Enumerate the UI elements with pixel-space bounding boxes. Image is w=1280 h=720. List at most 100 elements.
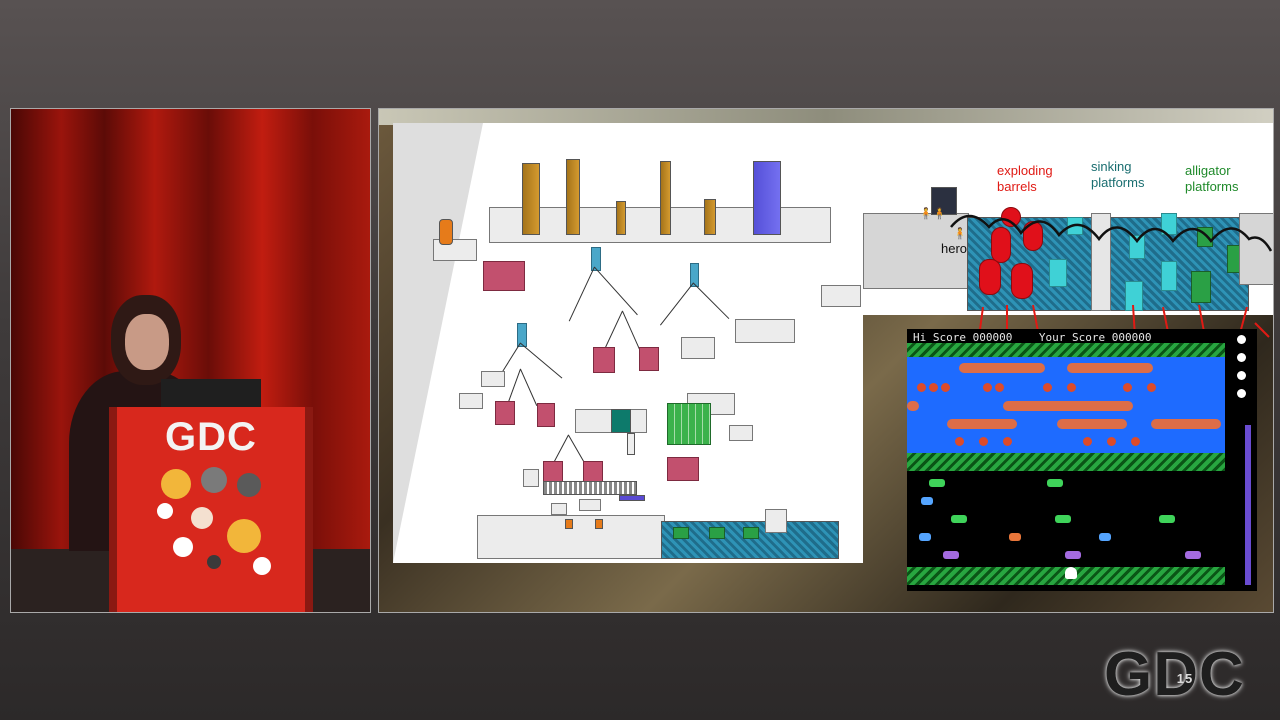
turtle [983,383,992,392]
frog-life-icon [1237,389,1246,398]
floating-platform [523,469,539,487]
gold-pillar [704,199,716,235]
floating-platform [729,425,753,441]
teal-door [611,409,631,433]
car-icon [1099,533,1111,541]
car-icon [1185,551,1201,559]
gold-pillar [616,201,626,235]
podium-dot [253,557,271,575]
stick-figure-icon: 🧍 [953,228,967,240]
log [1003,401,1133,411]
turtle [1147,383,1156,392]
turtle [917,383,926,392]
turtle [941,383,950,392]
car-icon [1159,515,1175,523]
frogger-home-row [907,343,1225,357]
car-icon [1065,551,1081,559]
floating-platform [681,337,715,359]
stick-figure-icon: 🧍🧍 [919,208,947,220]
frogger-median [907,453,1225,471]
green-block [673,527,689,539]
orange-marker [595,519,603,529]
floating-platform [551,503,567,515]
barrel-icon [439,219,453,245]
log [959,363,1045,373]
pendulum-block [639,347,659,371]
frogger-timer-bar [1245,425,1251,585]
podium-dot [161,469,191,499]
car-icon [1047,479,1063,487]
green-grid-block [667,403,711,445]
hero-label: hero [941,241,968,256]
gdc-watermark-logo-icon: GDC 15 [1104,640,1268,710]
turtle [929,383,938,392]
level-left-wall [393,123,483,563]
turtle [979,437,988,446]
floating-platform [765,509,787,533]
pendulum-block [593,347,615,373]
pendulum-block [583,461,603,483]
frogger-sidebar [1225,329,1257,591]
log [1067,363,1153,373]
pendulum-block [543,461,563,483]
laptop [161,379,261,409]
spike-row [543,481,637,495]
car-icon [1055,515,1071,523]
speaker-face [125,314,169,370]
watermark-edition: 15 [1176,671,1194,686]
turtle [995,383,1004,392]
pink-spikes [667,457,699,481]
frog-life-icon [1237,353,1246,362]
log [1057,419,1127,429]
car-icon [943,551,959,559]
log [947,419,1017,429]
turtle [1043,383,1052,392]
turtle [955,437,964,446]
podium-dot [201,467,227,493]
frog-life-icon [1237,371,1246,380]
turtle [1067,383,1076,392]
podium-dot [173,537,193,557]
log [907,401,919,411]
turtle [1083,437,1092,446]
floating-platform [459,393,483,409]
podium-dot [227,519,261,553]
car-icon [1009,533,1021,541]
alligator-platform [1191,271,1211,303]
blue-pillar [753,161,781,235]
car-icon [919,533,931,541]
alligator-platforms-label: alligator platforms [1185,163,1239,194]
turtle [1003,437,1012,446]
pink-spikes [483,261,525,291]
green-block [743,527,759,539]
turtle [1107,437,1116,446]
orange-marker [565,519,573,529]
podium-dot [207,555,221,569]
gold-pillar [566,159,580,235]
pendulum-block [495,401,515,425]
turtle [1123,383,1132,392]
frogger-score-bar: Hi Score 000000 Your Score 000000 [913,331,1225,344]
exploding-barrels-label: exploding barrels [997,163,1053,194]
jump-arc [950,214,1273,252]
floating-platform [735,319,795,343]
floating-platform [579,499,601,511]
gold-pillar [660,161,671,235]
purple-bar [619,495,645,501]
log [1151,419,1221,429]
floating-platform [481,371,505,387]
car-icon [929,479,945,487]
gold-pillar [522,163,540,235]
pole [627,433,635,455]
sinking-platforms-label: sinking platforms [1091,159,1145,190]
car-icon [921,497,933,505]
podium-dot [237,473,261,497]
podium-logo-text: GDC [165,415,257,459]
podium-gdc-logo-icon: GDC [117,415,305,460]
frogger-game-screenshot: Hi Score 000000 Your Score 000000 [907,329,1257,591]
car-icon [951,515,967,523]
podium-dot [157,503,173,519]
turtle [1131,437,1140,446]
frog-icon [1065,567,1077,579]
podium-dot [191,507,213,529]
